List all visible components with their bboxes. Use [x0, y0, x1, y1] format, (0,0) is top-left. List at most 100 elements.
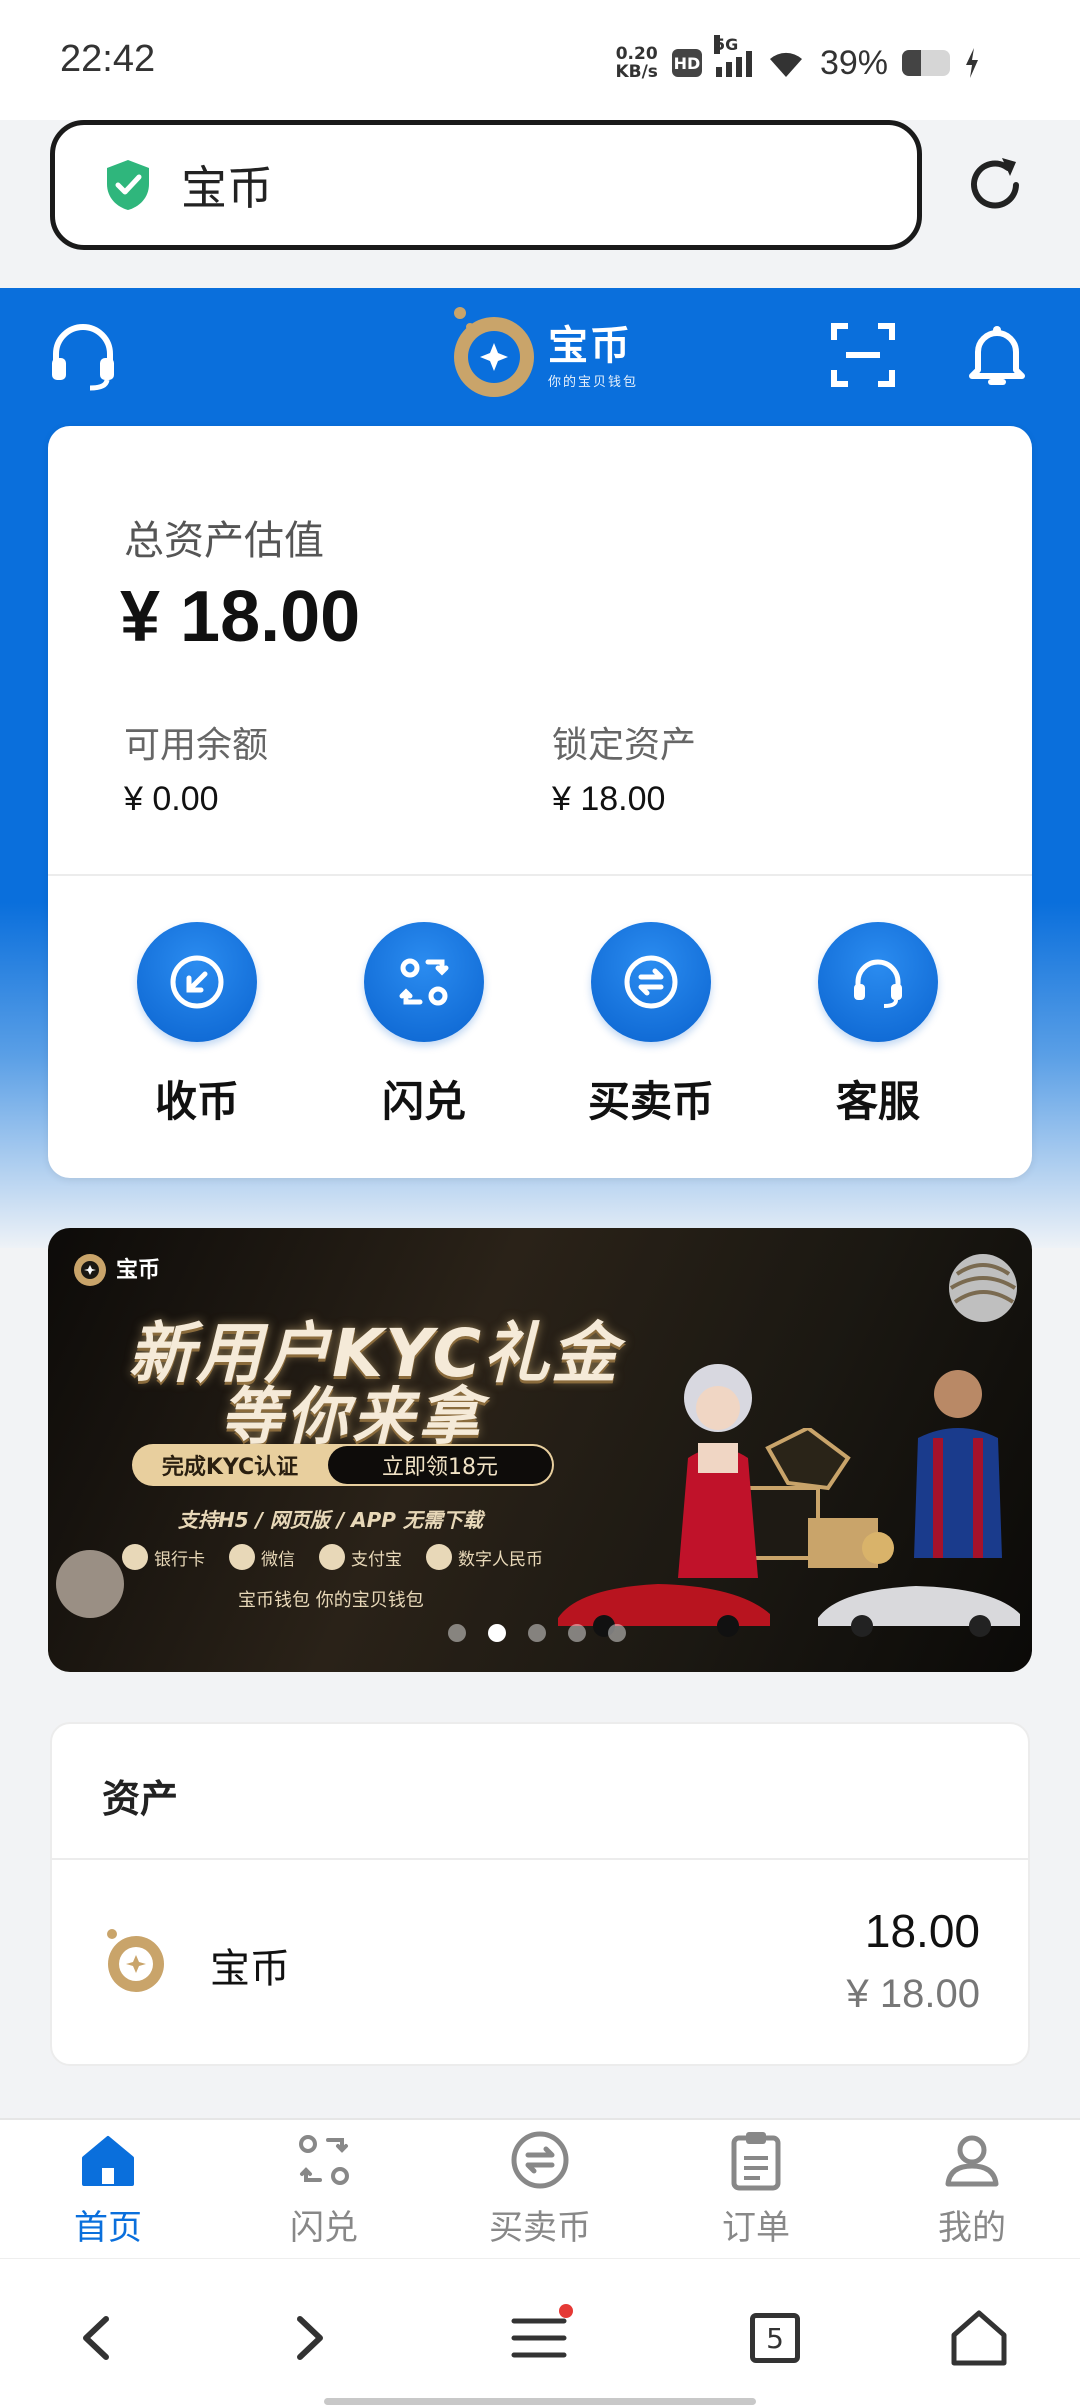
headset-icon: [854, 959, 902, 1008]
receive-icon: [170, 955, 224, 1009]
banner-payment-methods: 银行卡 微信 支付宝 数字人民币: [122, 1544, 543, 1570]
status-time: 22:42: [60, 38, 156, 80]
clipboard-icon: [731, 2132, 781, 2191]
net-speed-value: 0.20: [615, 44, 658, 64]
url-bar[interactable]: 宝币: [50, 120, 922, 250]
signal-icon: 5G: [713, 35, 752, 77]
trade-icon: [624, 955, 678, 1009]
net-speed-unit: KB/s: [615, 62, 658, 82]
payment-label: 微信: [261, 1549, 295, 1570]
menu-icon[interactable]: [504, 2303, 574, 2373]
banner-pill-right: 立即领18元: [328, 1446, 552, 1484]
asset-amount: 18.00: [864, 1905, 980, 1957]
customer-service-button[interactable]: 客服: [788, 922, 968, 1129]
payment-bank-card: 银行卡: [122, 1544, 205, 1570]
banner-support-text: 支持H5 / 网页版 / APP 无需下载: [178, 1508, 483, 1532]
status-bar: 22:42 0.20 KB/s HD 5G 39%: [0, 0, 1080, 120]
gesture-bar[interactable]: [324, 2398, 756, 2405]
carousel-dot[interactable]: [608, 1624, 626, 1642]
carousel-dot[interactable]: [568, 1624, 586, 1642]
tab-swap[interactable]: 闪兑: [244, 2128, 404, 2249]
wifi-icon: [769, 52, 802, 77]
banner-logo: 宝币: [70, 1248, 160, 1288]
headset-icon[interactable]: [46, 318, 120, 392]
promo-banner[interactable]: 宝币 新用户KYC礼金 等你来拿 完成KYC认证 立即领18元 支持H5 / 网…: [48, 1228, 1032, 1672]
asset-cny-value: ¥ 18.00: [846, 1972, 980, 2016]
payment-alipay: 支付宝: [319, 1544, 402, 1570]
swap-button[interactable]: 闪兑: [334, 922, 514, 1129]
tab-label: 首页: [74, 2208, 142, 2248]
trade-icon: [511, 2131, 569, 2189]
asset-list: 资产 宝币 18.00 ¥ 18.00: [50, 1722, 1030, 2066]
card-divider: [48, 874, 1032, 876]
trade-label: 买卖币: [587, 1077, 714, 1126]
user-icon: [945, 2135, 999, 2187]
asset-list-header: 资产: [102, 1777, 179, 1821]
available-balance-value: ¥ 0.00: [124, 780, 219, 818]
customer-service-label: 客服: [835, 1077, 920, 1126]
wechat-icon: [229, 1544, 255, 1570]
secure-shield-icon: [107, 160, 149, 210]
bell-icon[interactable]: [960, 318, 1034, 392]
player-image: [914, 1370, 1002, 1558]
carousel-dots[interactable]: [448, 1624, 626, 1642]
banner-logo-icon: [74, 1254, 106, 1286]
balloon-decoration-icon: [56, 1550, 124, 1618]
charging-icon: [966, 48, 978, 78]
tab-profile[interactable]: 我的: [892, 2128, 1052, 2249]
total-assets-label: 总资产估值: [124, 518, 324, 564]
available-balance-label: 可用余额: [124, 725, 269, 766]
tab-trade[interactable]: 买卖币: [460, 2128, 620, 2249]
locked-assets-value: ¥ 18.00: [552, 780, 666, 818]
carousel-dot[interactable]: [528, 1624, 546, 1642]
hd-icon: HD: [671, 49, 702, 77]
forward-icon[interactable]: [272, 2303, 342, 2373]
trade-button[interactable]: 买卖币: [561, 922, 741, 1129]
brand-name: 宝币: [548, 322, 632, 369]
carousel-dot[interactable]: [448, 1624, 466, 1642]
alipay-icon: [319, 1544, 345, 1570]
back-icon[interactable]: [64, 2303, 134, 2373]
brand-logo-icon: [454, 307, 534, 397]
tab-orders[interactable]: 订单: [676, 2128, 836, 2249]
banner-pill-left: 完成KYC认证: [161, 1455, 299, 1480]
payment-digital-rmb: 数字人民币: [426, 1544, 543, 1570]
tab-label: 我的: [938, 2208, 1006, 2248]
total-assets-value: ¥ 18.00: [120, 577, 361, 657]
digital-rmb-icon: [426, 1544, 452, 1570]
locked-assets-label: 锁定资产: [552, 725, 697, 766]
asset-list-divider: [52, 1858, 1028, 1860]
scan-icon[interactable]: [826, 318, 900, 392]
home-page-icon[interactable]: [944, 2303, 1014, 2373]
banner-cta-pill[interactable]: 完成KYC认证 立即领18元: [132, 1444, 554, 1486]
receive-button[interactable]: 收币: [107, 922, 287, 1129]
brand-logo: 宝币 你的宝贝钱包: [444, 296, 638, 406]
carousel-dot[interactable]: [488, 1624, 506, 1642]
battery-icon: [902, 50, 950, 76]
silver-car-image: [818, 1586, 1020, 1637]
asset-name[interactable]: 宝币: [210, 1936, 290, 1994]
tabs-button[interactable]: 5: [740, 2303, 810, 2373]
home-icon: [82, 2136, 134, 2186]
globe-decoration-icon: [949, 1254, 1017, 1322]
tab-home[interactable]: 首页: [28, 2128, 188, 2249]
url-text: 宝币: [181, 161, 273, 215]
coin-logo-icon: [107, 1929, 164, 1992]
asset-summary-card: 总资产估值 ¥ 18.00 可用余额 ¥ 0.00 锁定资产 ¥ 18.00 收…: [48, 426, 1032, 1178]
bank-card-icon: [122, 1544, 148, 1570]
swap-icon: [299, 2135, 349, 2185]
browser-nav-bar: 5: [0, 2258, 1080, 2408]
swap-label: 闪兑: [381, 1077, 466, 1126]
banner-title-line2: 等你来拿: [220, 1380, 485, 1453]
bottom-tab-bar: 首页 闪兑 买卖币 订单 我的: [0, 2118, 1080, 2258]
payment-label: 支付宝: [351, 1549, 402, 1570]
reload-icon[interactable]: [960, 150, 1030, 220]
receive-label: 收币: [154, 1077, 239, 1126]
tab-label: 闪兑: [290, 2208, 358, 2248]
tab-label: 买卖币: [489, 2208, 591, 2248]
payment-label: 银行卡: [154, 1549, 205, 1570]
brand-tagline: 你的宝贝钱包: [548, 374, 639, 390]
swap-icon: [399, 958, 449, 1006]
payment-label: 数字人民币: [458, 1549, 543, 1570]
tab-label: 订单: [722, 2208, 790, 2248]
